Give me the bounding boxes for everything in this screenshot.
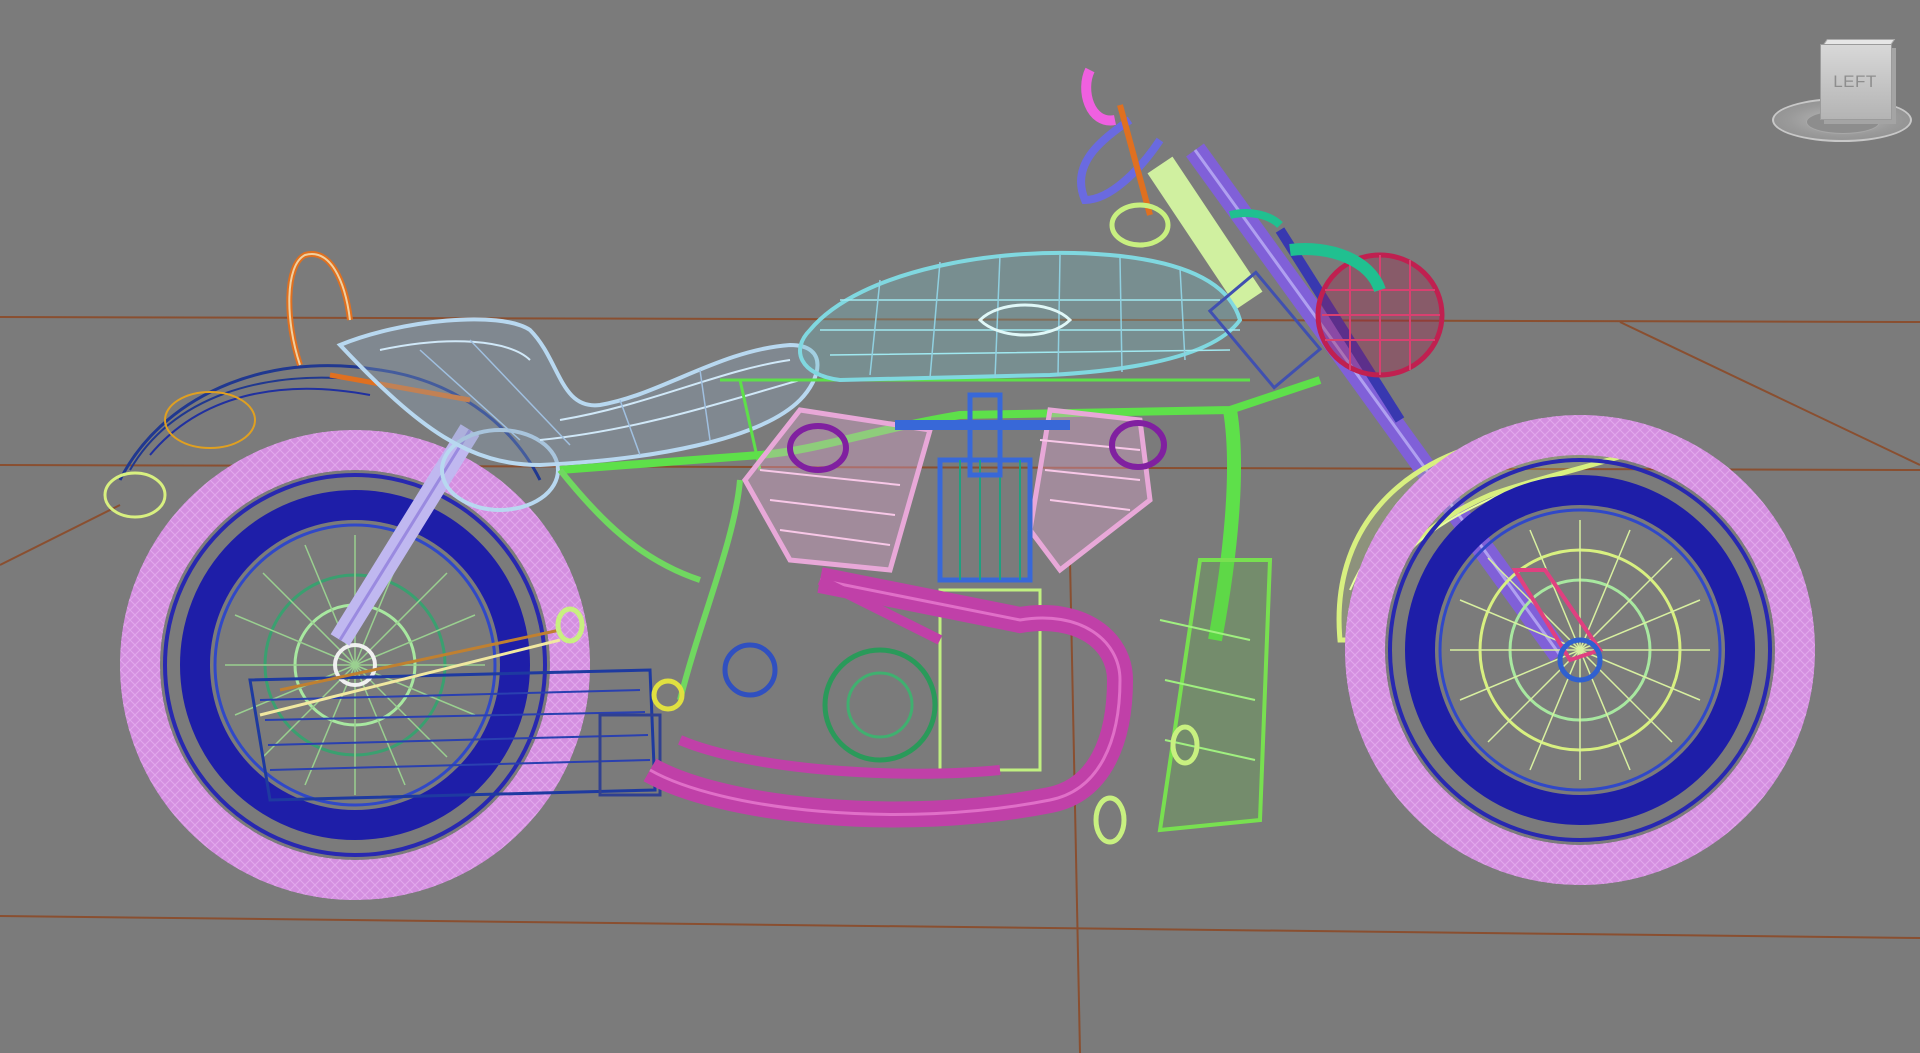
engine bbox=[651, 392, 1167, 772]
wireframe-scene[interactable] bbox=[0, 0, 1920, 1053]
front-wheel bbox=[1345, 415, 1815, 885]
fuel-tank bbox=[798, 250, 1243, 383]
viewcube-face-label: LEFT bbox=[1833, 72, 1877, 91]
exhaust bbox=[643, 567, 1134, 828]
3d-viewport[interactable]: LEFT bbox=[0, 0, 1920, 1053]
rear-wheel bbox=[120, 430, 590, 900]
viewcube[interactable]: LEFT bbox=[1766, 36, 1920, 152]
